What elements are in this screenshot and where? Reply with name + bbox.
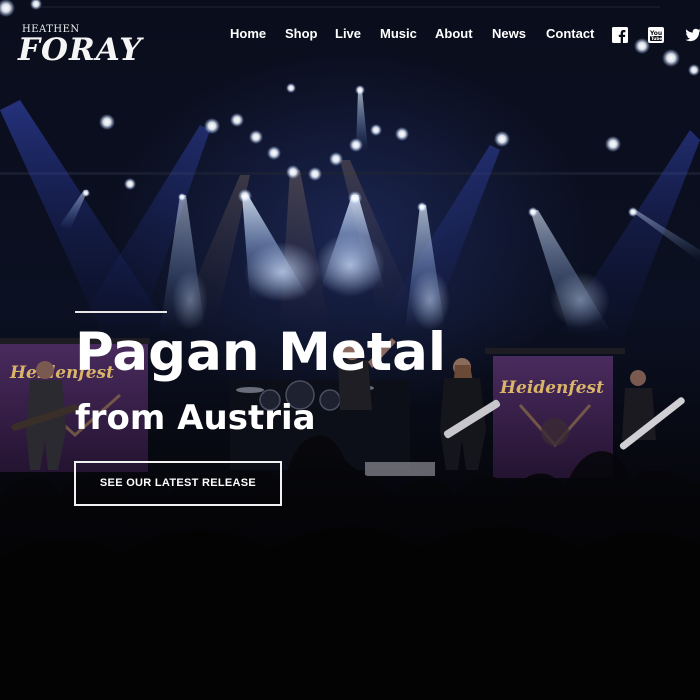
nav-item-live[interactable]: Live [335, 26, 361, 41]
nav-item-about[interactable]: About [435, 26, 473, 41]
nav-item-shop[interactable]: Shop [285, 26, 318, 41]
hero-divider [75, 311, 167, 313]
nav-item-home[interactable]: Home [230, 26, 266, 41]
twitter-icon[interactable] [685, 27, 700, 43]
latest-release-button[interactable]: SEE OUR LATEST RELEASE [74, 461, 282, 506]
main-navigation: Home Shop Live Music About News Contact [0, 26, 700, 46]
youtube-icon[interactable]: You Tube [648, 27, 664, 43]
hero-section: Heidenfest Heidenfest HEATHEN FORAY Home… [0, 0, 700, 700]
nav-item-news[interactable]: News [492, 26, 526, 41]
nav-item-music[interactable]: Music [380, 26, 417, 41]
svg-text:Tube: Tube [651, 36, 662, 41]
hero-subline: from Austria [75, 398, 316, 438]
nav-item-contact[interactable]: Contact [546, 26, 594, 41]
facebook-icon[interactable] [612, 27, 628, 43]
hero-headline: Pagan Metal [75, 322, 447, 383]
